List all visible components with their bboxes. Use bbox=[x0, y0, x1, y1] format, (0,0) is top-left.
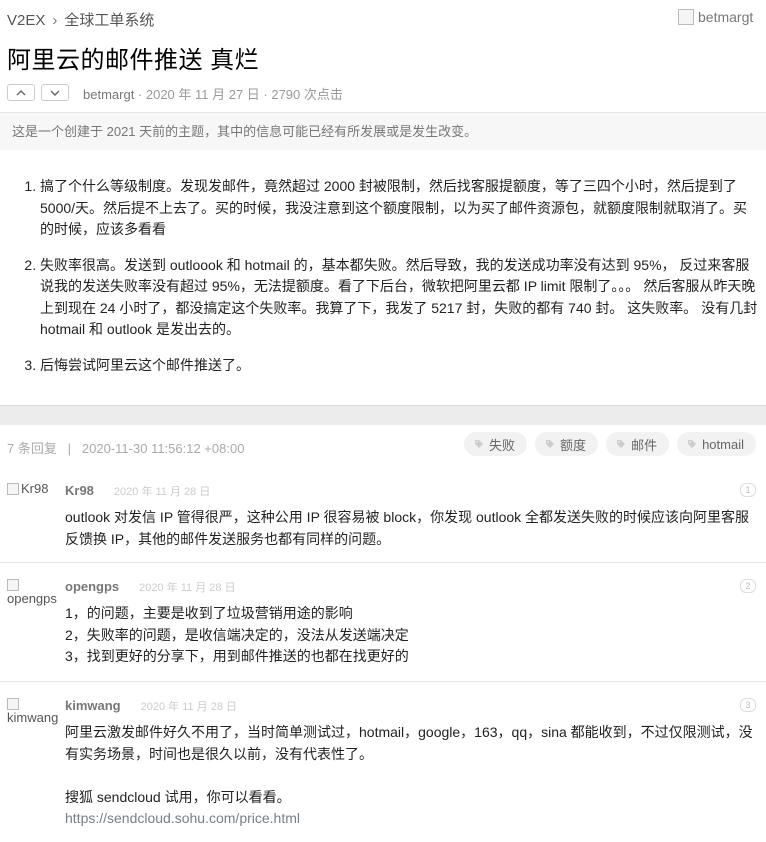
reply-line: 阿里云激发邮件好久不用了，当时简单测试过，hotmail，google，163，… bbox=[65, 724, 753, 762]
chevron-up-icon bbox=[16, 89, 26, 95]
reply-line: 2，失败率的问题，是收信端决定的，没法从发送端决定 bbox=[65, 626, 409, 643]
reply-link[interactable]: https://sendcloud.sohu.com/price.html bbox=[65, 808, 755, 830]
section-divider bbox=[0, 405, 766, 426]
reply-floor-number: 2 bbox=[740, 579, 756, 593]
broken-image-icon bbox=[7, 483, 19, 495]
outdated-notice: 这是一个创建于 2021 天前的主题，其中的信息可能已经有所发展或是发生改变。 bbox=[0, 112, 766, 150]
tag-email[interactable]: 邮件 bbox=[606, 432, 670, 456]
content-item: 搞了个什么等级制度。发现发邮件，竟然超过 2000 封被限制，然后找客服提额度，… bbox=[40, 176, 760, 241]
tag-icon bbox=[475, 440, 484, 448]
topic-meta: betmargt · 2020 年 11 月 27 日 · 2790 次点击 bbox=[83, 84, 343, 103]
page-title: 阿里云的邮件推送 真烂 bbox=[7, 47, 260, 74]
reply-username[interactable]: Kr98 bbox=[65, 483, 94, 498]
breadcrumb-separator-icon: › bbox=[52, 12, 58, 29]
reply-line: 3，找到更好的分享下，用到邮件推送的也都在找更好的 bbox=[65, 648, 409, 664]
chevron-down-icon bbox=[50, 90, 60, 96]
reply-content: 阿里云激发邮件好久不用了，当时简单测试过，hotmail，google，163，… bbox=[65, 722, 755, 830]
reply-content: 1，的问题，主要是收到了垃圾营销用途的影响 2，失败率的问题，是收信端决定的，没… bbox=[65, 603, 755, 668]
reply-floor-number: 1 bbox=[740, 483, 756, 497]
topic-author-link[interactable]: betmargt bbox=[83, 87, 134, 102]
reply-header: opengps 2020 年 11 月 28 日 bbox=[65, 579, 236, 595]
reply-username[interactable]: opengps bbox=[65, 579, 119, 594]
reply-header: Kr98 2020 年 11 月 28 日 bbox=[65, 483, 210, 499]
reply-line: outlook 对发信 IP 管得很严，这种公用 IP 很容易被 block，你… bbox=[65, 509, 750, 547]
content-item: 失败率很高。发送到 outloook 和 hotmail 的，基本都失败。然后导… bbox=[40, 255, 760, 341]
reply-line: 1，的问题，主要是收到了垃圾营销用途的影响 bbox=[65, 605, 353, 621]
vote-buttons bbox=[7, 84, 69, 101]
broken-image-icon bbox=[7, 698, 19, 710]
tag-quota[interactable]: 额度 bbox=[535, 432, 599, 456]
reply-content: outlook 对发信 IP 管得很严，这种公用 IP 很容易被 block，你… bbox=[65, 507, 755, 550]
topic-meta-info: · 2020 年 11 月 27 日 · 2790 次点击 bbox=[134, 87, 343, 102]
tag-icon bbox=[546, 440, 555, 448]
reply-time: 2020 年 11 月 28 日 bbox=[113, 486, 211, 498]
upvote-button[interactable] bbox=[7, 84, 35, 101]
tag-icon bbox=[617, 440, 626, 448]
topic-content-list: 搞了个什么等级制度。发现发邮件，竟然超过 2000 封被限制，然后找客服提额度，… bbox=[0, 176, 760, 390]
tag-failure[interactable]: 失败 bbox=[464, 432, 528, 456]
reply-line bbox=[65, 765, 755, 787]
tag-hotmail[interactable]: hotmail bbox=[677, 432, 756, 456]
tag-icon bbox=[688, 440, 697, 448]
author-avatar[interactable]: betmargt bbox=[678, 8, 758, 26]
downvote-button[interactable] bbox=[41, 84, 69, 101]
topic-tags: 失败 额度 邮件 hotmail bbox=[464, 432, 756, 456]
topic-content: 搞了个什么等级制度。发现发邮件，竟然超过 2000 封被限制，然后找客服提额度，… bbox=[0, 150, 766, 405]
author-avatar-alt: betmargt bbox=[698, 9, 754, 25]
reply-avatar[interactable]: Kr98 bbox=[7, 481, 48, 496]
replies-header: 7 条回复 | 2020-11-30 11:56:12 +08:00 失败 额度… bbox=[0, 425, 766, 468]
reply-header: kimwang 2020 年 11 月 28 日 bbox=[65, 698, 237, 714]
reply-username[interactable]: kimwang bbox=[65, 698, 121, 713]
breadcrumb-site[interactable]: V2EX bbox=[7, 12, 45, 29]
reply-item: kimwang kimwang 2020 年 11 月 28 日 3 阿里云激发邮… bbox=[0, 682, 766, 842]
reply-avatar[interactable]: opengps bbox=[7, 577, 57, 606]
broken-image-icon bbox=[7, 579, 19, 591]
topic-header: V2EX › 全球工单系统 betmargt 阿里云的邮件推送 真烂 betmarg… bbox=[0, 0, 766, 151]
breadcrumb-node[interactable]: 全球工单系统 bbox=[64, 12, 154, 29]
broken-image-icon bbox=[678, 9, 694, 25]
topic-page: V2EX › 全球工单系统 betmargt 阿里云的邮件推送 真烂 betmarg… bbox=[0, 0, 766, 842]
reply-time: 2020 年 11 月 28 日 bbox=[140, 701, 238, 713]
reply-time: 2020 年 11 月 28 日 bbox=[139, 582, 236, 594]
reply-count: 7 条回复 | 2020-11-30 11:56:12 +08:00 bbox=[7, 441, 245, 456]
content-item: 后悔尝试阿里云这个邮件推送了。 bbox=[40, 355, 760, 377]
reply-avatar[interactable]: kimwang bbox=[7, 696, 58, 725]
reply-item: Kr98 Kr98 2020 年 11 月 28 日 1 outlook 对发信 … bbox=[0, 467, 766, 563]
breadcrumb: V2EX › 全球工单系统 bbox=[7, 9, 154, 30]
reply-line: 搜狐 sendcloud 试用，你可以看看。 bbox=[65, 788, 291, 805]
reply-item: opengps opengps 2020 年 11 月 28 日 2 1，的问题，… bbox=[0, 563, 766, 682]
reply-floor-number: 3 bbox=[740, 698, 756, 712]
